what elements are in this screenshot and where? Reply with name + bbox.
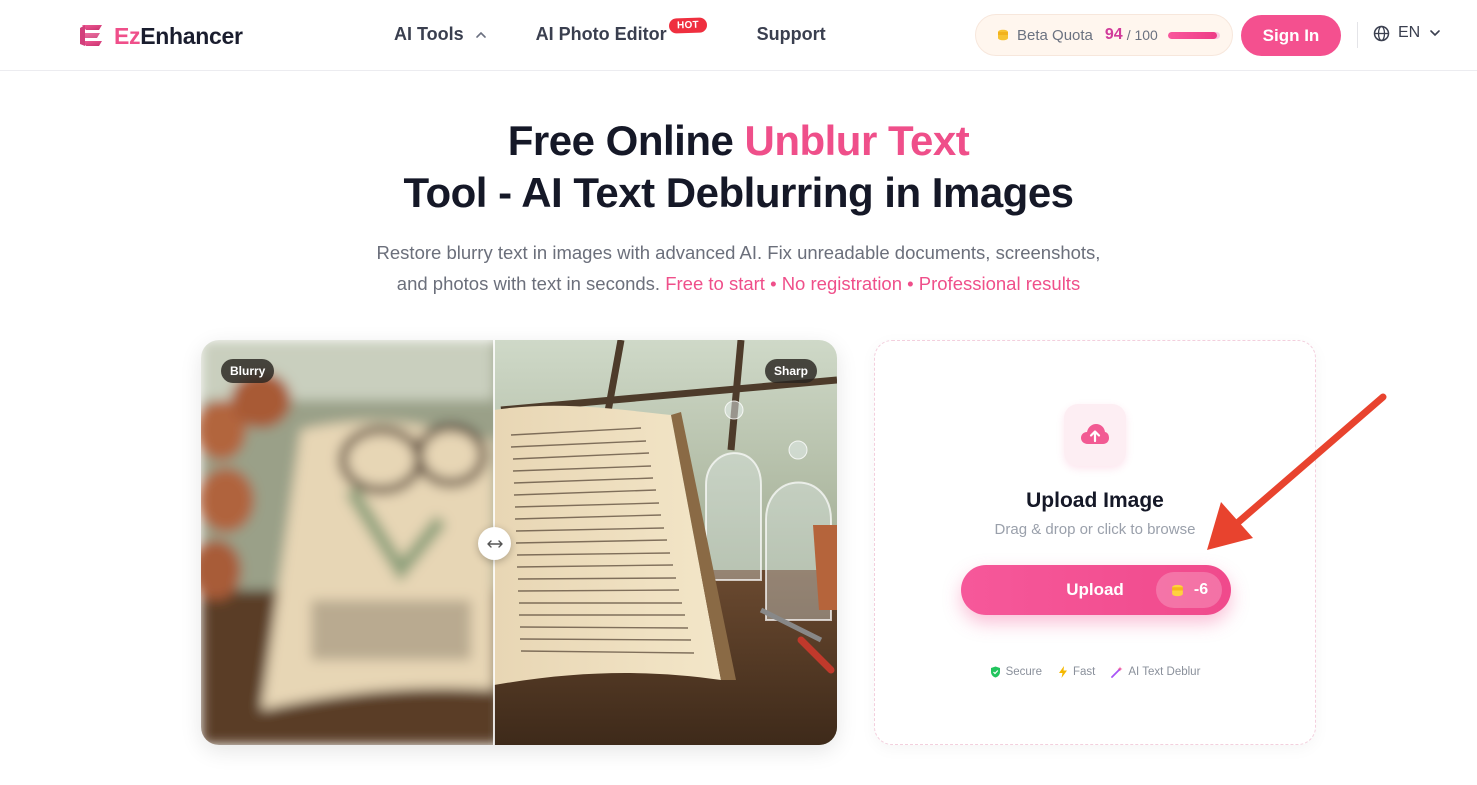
comparison-image xyxy=(201,340,837,745)
credit-cost-badge: -6 xyxy=(1156,572,1222,608)
feature-fast: Fast xyxy=(1058,666,1095,678)
language-selector[interactable]: EN xyxy=(1373,24,1442,42)
header-divider xyxy=(1357,22,1358,48)
quota-used: 94 xyxy=(1104,26,1123,43)
language-label: EN xyxy=(1398,24,1421,41)
upload-icon-box xyxy=(1064,404,1126,466)
sharp-label: Sharp xyxy=(764,359,817,383)
cloud-upload-icon xyxy=(1081,424,1109,444)
slider-handle[interactable] xyxy=(478,527,511,560)
nav-label: AI Photo Editor xyxy=(535,24,667,44)
blurry-label: Blurry xyxy=(221,359,275,383)
page-subtitle: Restore blurry text in images with advan… xyxy=(376,242,1101,294)
quota-label: Beta Quota xyxy=(1017,26,1093,44)
logo[interactable]: EzEnhancer xyxy=(78,22,243,50)
feature-secure: Secure xyxy=(990,666,1042,678)
quota-progress-fill xyxy=(1167,31,1217,39)
coins-icon xyxy=(998,29,1008,41)
lightning-icon xyxy=(1059,666,1068,678)
upload-title: Upload Image xyxy=(1026,489,1164,512)
arrows-horizontal-icon xyxy=(486,539,503,548)
chevron-down-icon xyxy=(1430,30,1441,37)
coins-icon xyxy=(1172,584,1183,596)
quota-progress-bar xyxy=(1167,31,1220,39)
quota-total: / 100 xyxy=(1126,27,1158,43)
globe-icon xyxy=(1373,25,1390,41)
nav-ai-tools[interactable]: AI Tools xyxy=(394,24,488,45)
chevron-up-icon xyxy=(475,31,486,38)
upload-button[interactable]: Upload -6 xyxy=(961,565,1231,615)
nav-ai-photo-editor[interactable]: AI Photo Editor HOT xyxy=(535,17,707,45)
page-title: Free Online Unblur Text Tool - AI Text D… xyxy=(403,117,1074,216)
logo-text: EzEnhancer xyxy=(114,22,243,49)
shield-icon xyxy=(990,666,1000,678)
beta-quota: Beta Quota 94 / 100 xyxy=(975,14,1233,56)
hot-badge: HOT xyxy=(668,17,707,34)
subtitle-highlight: Free to start • No registration • Profes… xyxy=(665,273,1081,294)
magic-wand-icon xyxy=(1111,666,1123,678)
upload-hint: Drag & drop or click to browse xyxy=(994,521,1196,538)
main-nav: AI Tools AI Photo Editor HOT Support xyxy=(394,17,826,45)
nav-support[interactable]: Support xyxy=(757,24,826,45)
before-after-slider[interactable]: Blurry Sharp xyxy=(201,340,837,745)
upload-button-label: Upload xyxy=(1066,580,1124,599)
feature-ai-text-deblur: AI Text Deblur xyxy=(1111,666,1200,678)
credit-cost: -6 xyxy=(1193,581,1209,598)
feature-list: Secure Fast AI Text Deblur xyxy=(875,666,1315,678)
nav-label: Support xyxy=(756,24,826,44)
sign-in-button[interactable]: Sign In xyxy=(1241,15,1341,56)
logo-icon xyxy=(80,25,102,46)
top-navbar: EzEnhancer AI Tools AI Photo Editor HOT … xyxy=(0,0,1477,71)
nav-label: AI Tools xyxy=(394,24,464,44)
upload-dropzone[interactable]: Upload Image Drag & drop or click to bro… xyxy=(874,340,1316,745)
